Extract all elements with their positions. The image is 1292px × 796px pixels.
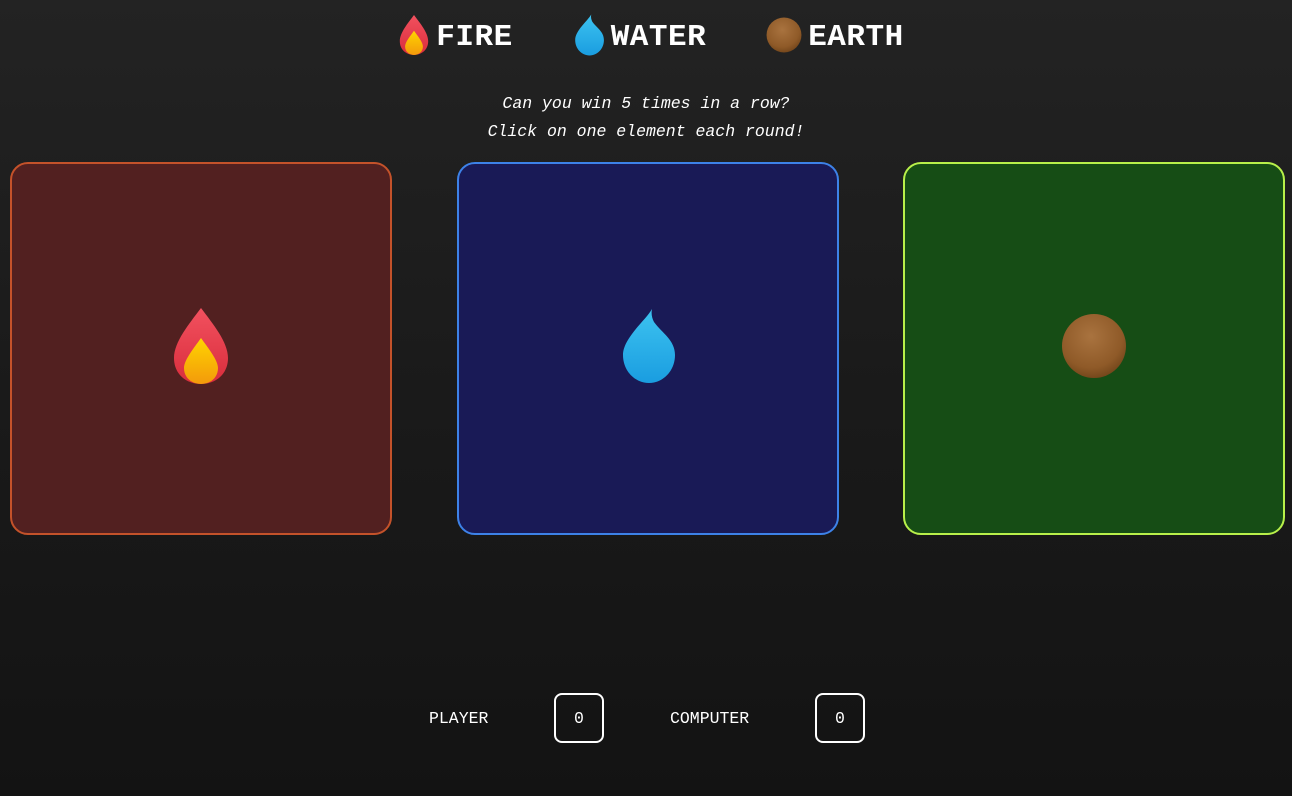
title-label-water: WATER	[610, 20, 707, 55]
fire-icon	[398, 14, 430, 61]
scoreboard: PLAYER 0 COMPUTER 0	[0, 693, 1292, 743]
water-drop-icon	[573, 14, 605, 61]
fire-card[interactable]	[10, 162, 392, 535]
water-card[interactable]	[457, 162, 839, 535]
fire-icon	[173, 306, 229, 391]
computer-label: COMPUTER	[670, 709, 750, 728]
instruction-line-2: Click on one element each round!	[487, 122, 805, 141]
title-bar: FIRE WATER EARTH	[0, 14, 1292, 61]
player-score-box: 0	[554, 693, 604, 743]
title-fire: FIRE	[398, 14, 512, 61]
title-label-earth: EARTH	[808, 20, 904, 55]
computer-score-box: 0	[815, 693, 865, 743]
earth-ball-icon	[766, 17, 802, 58]
water-drop-icon	[620, 308, 676, 389]
instruction-line-1: Can you win 5 times in a row?	[502, 94, 790, 113]
title-label-fire: FIRE	[436, 20, 513, 55]
title-earth: EARTH	[766, 17, 904, 58]
title-water: WATER	[573, 14, 707, 61]
earth-ball-icon	[1061, 313, 1127, 384]
player-label: PLAYER	[429, 709, 489, 728]
earth-card[interactable]	[903, 162, 1285, 535]
